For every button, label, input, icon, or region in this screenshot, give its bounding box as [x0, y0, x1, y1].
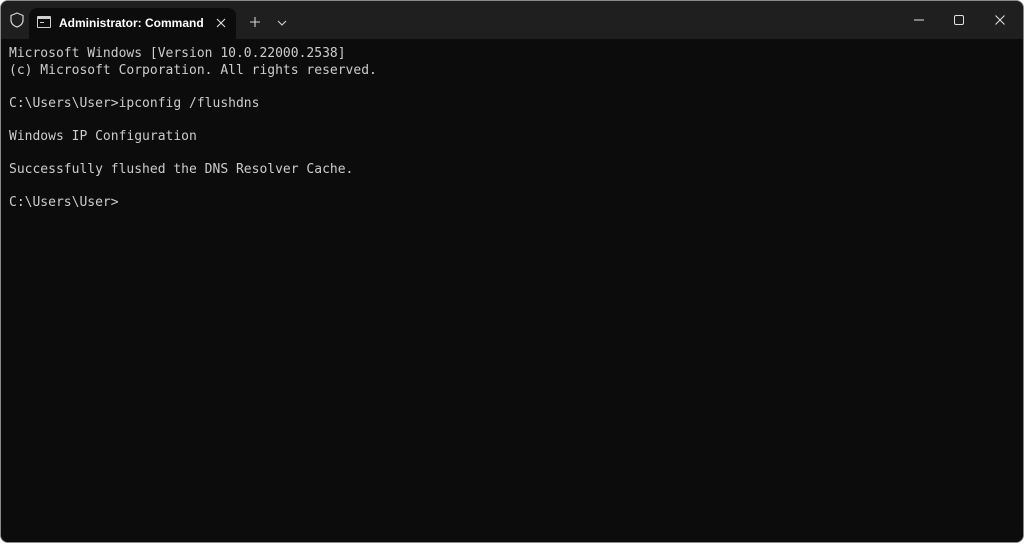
terminal-window: Administrator: Command Pro [0, 0, 1024, 543]
output-line: Windows IP Configuration [9, 129, 197, 144]
new-tab-button[interactable] [245, 12, 265, 32]
terminal-output[interactable]: Microsoft Windows [Version 10.0.22000.25… [1, 39, 1023, 542]
close-window-button[interactable] [980, 5, 1020, 35]
prompt-line[interactable]: C:\Users\User> [9, 194, 119, 212]
maximize-button[interactable] [939, 5, 979, 35]
minimize-icon [914, 19, 924, 21]
command-line: C:\Users\User>ipconfig /flushdns [9, 96, 260, 111]
minimize-button[interactable] [899, 5, 939, 35]
output-line: Microsoft Windows [Version 10.0.22000.25… [9, 46, 346, 61]
output-line: (c) Microsoft Corporation. All rights re… [9, 63, 377, 78]
tab-dropdown-button[interactable] [273, 14, 291, 32]
maximize-icon [954, 15, 964, 25]
tab-command-prompt[interactable]: Administrator: Command Pro [29, 8, 236, 39]
close-icon [995, 15, 1005, 25]
terminal-icon [37, 16, 51, 28]
tab-title: Administrator: Command Pro [59, 16, 205, 30]
output-line: Successfully flushed the DNS Resolver Ca… [9, 162, 354, 177]
shield-icon[interactable] [7, 10, 27, 30]
close-icon[interactable] [212, 14, 230, 32]
chevron-down-icon [277, 20, 287, 26]
plus-icon [250, 17, 260, 27]
title-bar[interactable]: Administrator: Command Pro [1, 1, 1023, 39]
